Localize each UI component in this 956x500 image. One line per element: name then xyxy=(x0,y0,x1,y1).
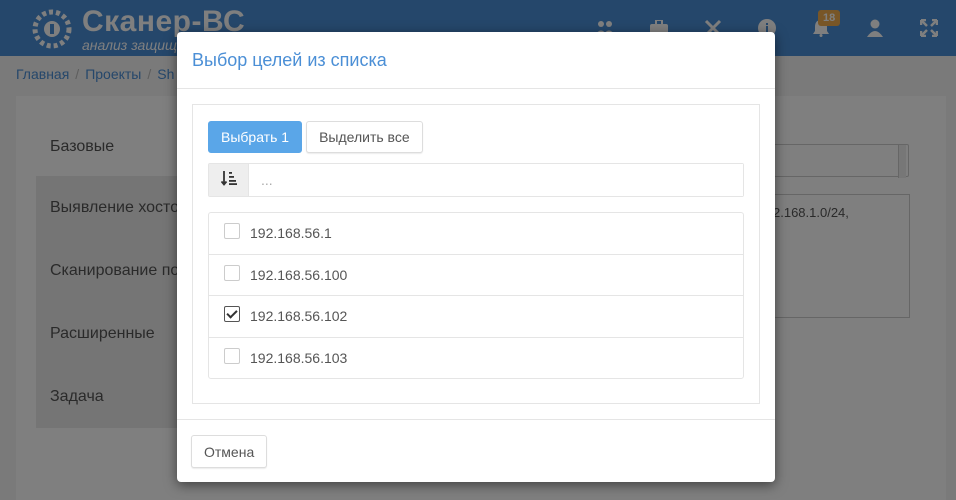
select-all-button[interactable]: Выделить все xyxy=(306,121,423,153)
modal-body: Выбрать 1 Выделить все ... 192.168.56.1 … xyxy=(192,104,760,404)
item-checkbox[interactable] xyxy=(224,306,240,323)
filter-input[interactable] xyxy=(249,164,743,196)
cancel-button[interactable]: Отмена xyxy=(191,435,268,468)
modal-title: Выбор целей из списка xyxy=(192,49,387,70)
sort-icon xyxy=(220,170,237,191)
target-select-modal: Выбор целей из списка Выбрать 1 Выделить… xyxy=(177,32,775,482)
action-buttons: Выбрать 1 Выделить все xyxy=(208,121,423,153)
item-checkbox[interactable] xyxy=(224,348,240,365)
select-button[interactable]: Выбрать 1 xyxy=(208,121,303,153)
item-label: 192.168.56.1 xyxy=(250,225,332,242)
filter-bar xyxy=(208,163,744,197)
targets-list: 192.168.56.1 192.168.56.100 192.168.56.1… xyxy=(208,212,744,379)
list-item[interactable]: 192.168.56.102 xyxy=(209,296,743,338)
item-label: 192.168.56.103 xyxy=(250,350,348,367)
sort-button[interactable] xyxy=(209,164,249,196)
item-label: 192.168.56.100 xyxy=(250,266,348,283)
list-item[interactable]: 192.168.56.1 xyxy=(209,213,743,255)
modal-header: Выбор целей из списка xyxy=(177,32,775,89)
item-checkbox[interactable] xyxy=(224,264,240,281)
list-item[interactable]: 192.168.56.103 xyxy=(209,338,743,380)
list-item[interactable]: 192.168.56.100 xyxy=(209,255,743,296)
item-checkbox[interactable] xyxy=(224,223,240,240)
modal-footer: Отмена xyxy=(177,419,775,482)
item-label: 192.168.56.102 xyxy=(250,308,348,325)
